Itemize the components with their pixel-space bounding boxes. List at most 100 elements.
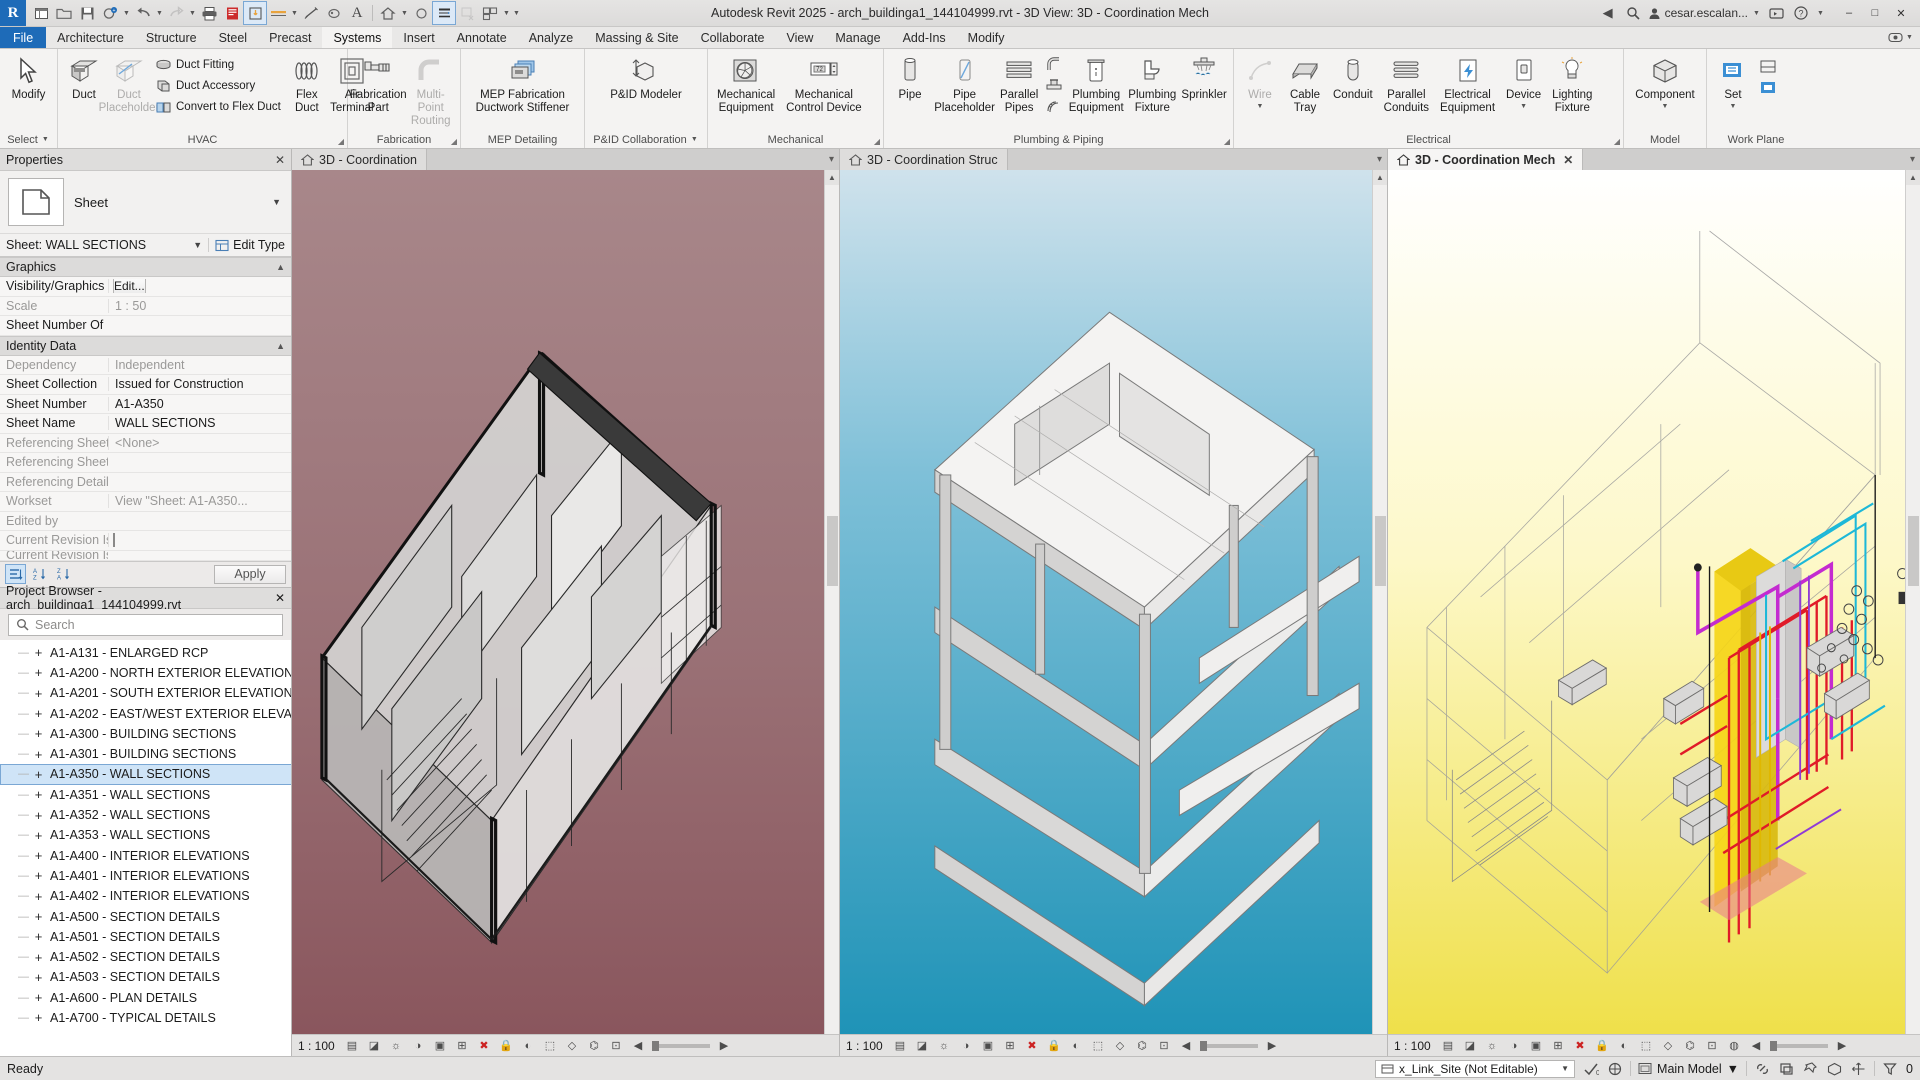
viewport-3-nav-back-icon[interactable]: ◀ [1748,1038,1764,1054]
view-scale-label[interactable]: 1 : 100 [846,1039,886,1053]
crop-view-icon[interactable]: ⊞ [1002,1038,1018,1054]
list-item[interactable]: — + A1-A600 - PLAN DETAILS [0,988,291,1008]
undo-dropdown-icon[interactable]: ▼ [155,10,164,17]
view-tab-coordination[interactable]: 3D - Coordination [292,149,427,170]
convert-to-flex-duct-button[interactable]: Convert to Flex Duct [152,96,284,117]
property-row-current-revision-issued[interactable]: Current Revision Issu... [0,531,291,551]
expand-icon[interactable]: + [33,1011,44,1024]
default-3d-view-home-icon[interactable] [377,2,399,24]
viewport-1-collapse-icon[interactable]: ▾ [829,154,834,165]
ref-plane-button[interactable] [1756,77,1780,98]
properties-type-dropdown-icon[interactable]: ▼ [272,197,283,207]
view-tab-coordination-mech[interactable]: 3D - Coordination Mech ✕ [1388,149,1584,170]
list-item[interactable]: — + A1-A400 - INTERIOR ELEVATIONS [0,845,291,865]
set-workplane-button[interactable]: Set ▼ [1711,52,1755,113]
measure-between-icon[interactable] [243,1,267,25]
view-scale-label[interactable]: 1 : 100 [1394,1039,1434,1053]
property-row-sheet-collection[interactable]: Sheet Collection Issued for Construction [0,375,291,395]
viewport-2-nav-back-icon[interactable]: ◀ [1178,1038,1194,1054]
scroll-up-icon[interactable]: ▲ [825,170,839,185]
tab-systems[interactable]: Systems [322,27,393,48]
visual-style-icon[interactable]: ◪ [914,1038,930,1054]
list-item[interactable]: — + A1-A401 - INTERIOR ELEVATIONS [0,866,291,886]
user-dropdown-icon[interactable]: ▼ [1752,10,1761,17]
sun-path-icon[interactable]: ☼ [1484,1038,1500,1054]
mep-fabrication-ductwork-stiffener-button[interactable]: MEP Fabrication Ductwork Stiffener [471,52,575,117]
tab-structure[interactable]: Structure [135,27,208,48]
reveal-hidden-elements-icon[interactable]: ⬚ [1638,1038,1654,1054]
help-dropdown-icon[interactable]: ▼ [1816,10,1825,17]
section-icon[interactable] [410,2,432,24]
user-account[interactable]: cesar.escalan... ▼ [1648,6,1761,20]
viewport-2-collapse-icon[interactable]: ▾ [1377,154,1382,165]
apply-button[interactable]: Apply [214,564,286,584]
dimension-dropdown-icon[interactable]: ▼ [290,10,299,17]
close-view-tab-icon[interactable]: ✕ [1563,153,1573,167]
viewport-1-nav-back-icon[interactable]: ◀ [630,1038,646,1054]
close-properties-icon[interactable]: ✕ [275,153,285,167]
viewport-2-canvas[interactable]: ▲ [840,170,1387,1034]
expand-icon[interactable]: + [33,748,44,761]
expand-icon[interactable]: + [33,869,44,882]
switch-windows-dropdown-icon[interactable]: ▼ [502,10,511,17]
expand-icon[interactable]: + [33,930,44,943]
expand-icon[interactable]: + [33,890,44,903]
list-item[interactable]: — + A1-A402 - INTERIOR ELEVATIONS [0,886,291,906]
ribbon-minimize-icon[interactable] [1888,31,1903,44]
property-row-sheet-name[interactable]: Sheet Name WALL SECTIONS [0,414,291,434]
current-revision-issued-checkbox[interactable] [113,533,115,548]
temporary-view-properties-icon[interactable]: ◇ [1660,1038,1676,1054]
sort-ascending-icon[interactable]: AZ [29,564,50,584]
property-row-sheet-number[interactable]: Sheet Number A1-A350 [0,395,291,414]
plumbing-equipment-button[interactable]: Plumbing Equipment [1067,52,1125,117]
sort-descending-icon[interactable]: ZA [53,564,74,584]
temporary-hide-isolate-icon[interactable]: ◐ [520,1038,536,1054]
list-item[interactable]: — + A1-A500 - SECTION DETAILS [0,906,291,926]
constraints-icon[interactable]: ⊡ [1704,1038,1720,1054]
lock-3d-view-icon[interactable]: 🔒 [498,1038,514,1054]
scroll-up-icon[interactable]: ▲ [1373,170,1387,185]
scroll-up-icon[interactable]: ▲ [1906,170,1920,185]
show-crop-region-icon[interactable]: ✖ [1572,1038,1588,1054]
select-underlay-icon[interactable] [1778,1060,1795,1077]
mechanical-dialog-launcher-icon[interactable]: ◢ [874,137,880,146]
list-item-selected[interactable]: — + A1-A350 - WALL SECTIONS [0,764,291,785]
list-item[interactable]: — + A1-A501 - SECTION DETAILS [0,927,291,947]
expand-icon[interactable]: + [33,727,44,740]
property-row-visibility-graphics[interactable]: Visibility/Graphics O... Edit... [0,277,291,297]
list-item[interactable]: — + A1-A351 - WALL SECTIONS [0,785,291,805]
expand-icon[interactable]: + [33,687,44,700]
aligned-dimension-icon[interactable] [267,2,289,24]
list-item[interactable]: — + A1-A353 - WALL SECTIONS [0,825,291,845]
tab-precast[interactable]: Precast [258,27,322,48]
pipe-placeholder-button[interactable]: Pipe Placeholder [933,52,996,117]
properties-group-graphics[interactable]: Graphics ▲ [0,257,291,277]
viewport-2-zoom-slider[interactable] [1200,1040,1258,1051]
viewport-3-vertical-scrollbar[interactable]: ▲ [1905,170,1920,1034]
component-button[interactable]: Component ▼ [1630,52,1699,113]
set-workplane-dropdown-icon[interactable]: ▼ [1729,103,1738,111]
select-by-face-icon[interactable] [1826,1060,1843,1077]
crop-view-icon[interactable]: ⊞ [1550,1038,1566,1054]
lighting-fixture-button[interactable]: Lighting Fixture [1547,52,1597,117]
fabrication-dialog-launcher-icon[interactable]: ◢ [451,137,457,146]
visual-style-icon[interactable]: ◪ [1462,1038,1478,1054]
thin-lines-icon[interactable] [432,1,456,25]
flex-duct-button[interactable]: Flex Duct [285,52,329,117]
main-model-selector[interactable]: Main Model ▼ [1638,1062,1739,1076]
tab-collaborate[interactable]: Collaborate [690,27,776,48]
active-workset-selector[interactable]: x_Link_Site (Not Editable) ▼ [1375,1059,1576,1078]
tab-annotate[interactable]: Annotate [446,27,518,48]
detail-level-icon[interactable]: ▤ [892,1038,908,1054]
tag-icon[interactable] [323,2,345,24]
list-item[interactable]: — + A1-A300 - BUILDING SECTIONS [0,724,291,744]
close-button[interactable]: ✕ [1888,2,1914,24]
lock-3d-view-icon[interactable]: 🔒 [1594,1038,1610,1054]
plumbing-dialog-launcher-icon[interactable]: ◢ [1224,137,1230,146]
expand-icon[interactable]: + [33,768,44,781]
tab-insert[interactable]: Insert [392,27,445,48]
crop-view-icon[interactable]: ⊞ [454,1038,470,1054]
mechanical-control-device-button[interactable]: 72 Mechanical Control Device [781,52,866,117]
temporary-hide-isolate-icon[interactable]: ◐ [1616,1038,1632,1054]
ribbon-options-dropdown-icon[interactable]: ▼ [1905,34,1914,41]
